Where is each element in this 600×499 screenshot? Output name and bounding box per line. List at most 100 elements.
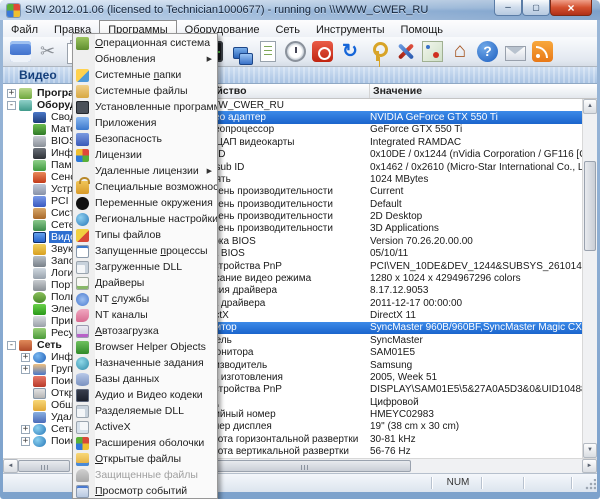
- maximize-button[interactable]: [522, 0, 550, 16]
- menu-item[interactable]: Автозагрузка ▶: [73, 323, 217, 339]
- expand-toggle-icon[interactable]: +: [21, 365, 30, 374]
- menu-item[interactable]: Назначенные задания ▶: [73, 355, 217, 371]
- table-row[interactable]: Строка BIOS Version 70.26.20.00.00: [178, 235, 582, 247]
- toolbar-button[interactable]: [366, 40, 390, 64]
- menu-item[interactable]: Базы данных ▶: [73, 371, 217, 387]
- vertical-scroll-thumb[interactable]: [584, 161, 596, 251]
- toolbar-button[interactable]: [393, 40, 417, 64]
- table-row[interactable]: Видео адаптер NVIDIA GeForce GTX 550 Ti: [178, 111, 582, 123]
- menu-item[interactable]: Удаленные лицензии ▶: [73, 163, 217, 179]
- menu-item[interactable]: Лицензии ▶: [73, 147, 217, 163]
- tree-item-icon: [33, 436, 46, 447]
- menu-item[interactable]: Просмотр событий ▶: [73, 483, 217, 499]
- menu-item[interactable]: Открытые файлы ▶: [73, 451, 217, 467]
- toolbar-button[interactable]: [421, 40, 445, 64]
- menu-item[interactable]: Запущенные процессы ▶: [73, 243, 217, 259]
- expand-toggle-icon[interactable]: -: [7, 341, 16, 350]
- menu-item[interactable]: Browser Helper Objects ▶: [73, 339, 217, 355]
- menubar-item[interactable]: Инструменты: [308, 20, 393, 37]
- toolbar-button[interactable]: [476, 40, 500, 64]
- toolbar-button[interactable]: [36, 40, 60, 64]
- menu-item[interactable]: NT каналы ▶: [73, 307, 217, 323]
- minimize-button[interactable]: [494, 0, 522, 16]
- toolbar-button[interactable]: [256, 40, 280, 64]
- table-row[interactable]: Уровень производительности Default: [178, 198, 582, 210]
- toolbar-button[interactable]: [283, 40, 307, 64]
- menu-item[interactable]: Разделяемые DLL ▶: [73, 403, 217, 419]
- expand-toggle-icon[interactable]: +: [21, 425, 30, 434]
- table-row[interactable]: Описание видео режима 1280 x 1024 x 4294…: [178, 272, 582, 284]
- toolbar-button[interactable]: [228, 40, 252, 64]
- table-row[interactable]: Дата BIOS 05/10/11: [178, 248, 582, 260]
- menu-item[interactable]: Драйверы ▶: [73, 275, 217, 291]
- titlebar[interactable]: SIW 2012.01.06 (licensed to Technician10…: [0, 0, 600, 20]
- menu-item[interactable]: Аудио и Видео кодеки ▶: [73, 387, 217, 403]
- table-row[interactable]: \\WWW_CWER_RU: [178, 99, 582, 111]
- table-horizontal-scrollbar[interactable]: ◄ ►: [178, 458, 597, 473]
- table-row[interactable]: Частота вертикальной развертки 56-76 Hz: [178, 446, 582, 458]
- column-header-value[interactable]: Значение: [370, 84, 597, 98]
- scroll-up-icon[interactable]: ▲: [583, 99, 597, 114]
- menu-item[interactable]: Типы файлов ▶: [73, 227, 217, 243]
- toolbar-button[interactable]: [503, 40, 527, 64]
- menu-item[interactable]: Специальные возможности ▶: [73, 179, 217, 195]
- table-scroll-thumb[interactable]: [196, 460, 411, 472]
- table-row[interactable]: ID монитора SAM01E5: [178, 347, 582, 359]
- table-row[interactable]: Память 1024 MBytes: [178, 173, 582, 185]
- menu-item[interactable]: Системные файлы ▶: [73, 83, 217, 99]
- menu-item[interactable]: Безопасность ▶: [73, 131, 217, 147]
- table-row[interactable]: Модель SyncMaster: [178, 334, 582, 346]
- toolbar-button[interactable]: [311, 40, 335, 64]
- table-row[interactable]: Версия драйвера 8.17.12.9053: [178, 285, 582, 297]
- table-row[interactable]: Дата изготовления 2005, Week 51: [178, 371, 582, 383]
- toolbar-button[interactable]: [338, 40, 362, 64]
- toolbar-button[interactable]: [531, 40, 555, 64]
- menu-item[interactable]: NT службы ▶: [73, 291, 217, 307]
- table-row[interactable]: Уровень производительности Current: [178, 186, 582, 198]
- table-row[interactable]: Уровень производительности 2D Desktop: [178, 210, 582, 222]
- menubar-item[interactable]: Файл: [3, 20, 46, 37]
- table-row[interactable]: Производитель Samsung: [178, 359, 582, 371]
- toolbar-button[interactable]: [8, 40, 32, 64]
- vertical-scrollbar[interactable]: ▲ ▼: [582, 99, 597, 458]
- resize-grip[interactable]: [584, 479, 596, 491]
- tree-scroll-thumb[interactable]: [18, 460, 70, 472]
- menu-item[interactable]: Защищенные файлы ▶: [73, 467, 217, 483]
- table-row[interactable]: Уровень производительности 3D Applicatio…: [178, 223, 582, 235]
- menu-item[interactable]: Обновления ▶: [73, 51, 217, 67]
- expand-toggle-icon[interactable]: +: [7, 89, 16, 98]
- table-row[interactable]: DirectX DirectX 11: [178, 309, 582, 321]
- table-row[interactable]: PCI sub ID 0x1462 / 0x2610 (Micro-Star I…: [178, 161, 582, 173]
- menu-item[interactable]: Операционная система ▶: [73, 35, 217, 51]
- expand-toggle-icon[interactable]: +: [21, 353, 30, 362]
- toolbar-button[interactable]: [448, 40, 472, 64]
- table-row[interactable]: ID устройства PnP DISPLAY\SAM01E5\5&27A0…: [178, 384, 582, 396]
- value-cell: DirectX 11: [370, 310, 582, 321]
- menu-item[interactable]: Региональные настройки ▶: [73, 211, 217, 227]
- menu-item[interactable]: Системные папки ▶: [73, 67, 217, 83]
- scroll-down-icon[interactable]: ▼: [583, 443, 597, 458]
- menu-item[interactable]: ActiveX ▶: [73, 419, 217, 435]
- table-row[interactable]: Размер дисплея 19" (38 cm x 30 cm): [178, 421, 582, 433]
- scroll-left-icon[interactable]: ◄: [3, 459, 18, 473]
- scroll-right-icon[interactable]: ►: [582, 459, 597, 473]
- table-row[interactable]: Тип ЦАП видеокарты Integrated RAMDAC: [178, 136, 582, 148]
- table-row[interactable]: Серийный номер HMEYC02983: [178, 408, 582, 420]
- close-button[interactable]: [550, 0, 592, 16]
- menu-item[interactable]: Переменные окружения ▶: [73, 195, 217, 211]
- menu-item[interactable]: Установленные программы ▶: [73, 99, 217, 115]
- expand-toggle-icon[interactable]: -: [7, 101, 16, 110]
- table-row[interactable]: Видеопроцессор GeForce GTX 550 Ti: [178, 124, 582, 136]
- table-row[interactable]: ID устройства PnP PCI\VEN_10DE&DEV_1244&…: [178, 260, 582, 272]
- table-row[interactable]: PCI ID 0x10DE / 0x1244 (nVidia Corporati…: [178, 149, 582, 161]
- menu-item[interactable]: Загруженные DLL ▶: [73, 259, 217, 275]
- menubar-item[interactable]: Сеть: [267, 20, 307, 37]
- menu-item[interactable]: Расширения оболочки ▶: [73, 435, 217, 451]
- menu-item[interactable]: Приложения ▶: [73, 115, 217, 131]
- table-row[interactable]: Вход Цифровой: [178, 396, 582, 408]
- table-row[interactable]: Монитор SyncMaster 960B/960BF,SyncMaster…: [178, 322, 582, 334]
- table-row[interactable]: Дата драйвера 2011-12-17 00:00:00: [178, 297, 582, 309]
- table-row[interactable]: Частота горизонтальной развертки 30-81 k…: [178, 433, 582, 445]
- menubar-item[interactable]: Помощь: [393, 20, 452, 37]
- expand-toggle-icon[interactable]: +: [21, 437, 30, 446]
